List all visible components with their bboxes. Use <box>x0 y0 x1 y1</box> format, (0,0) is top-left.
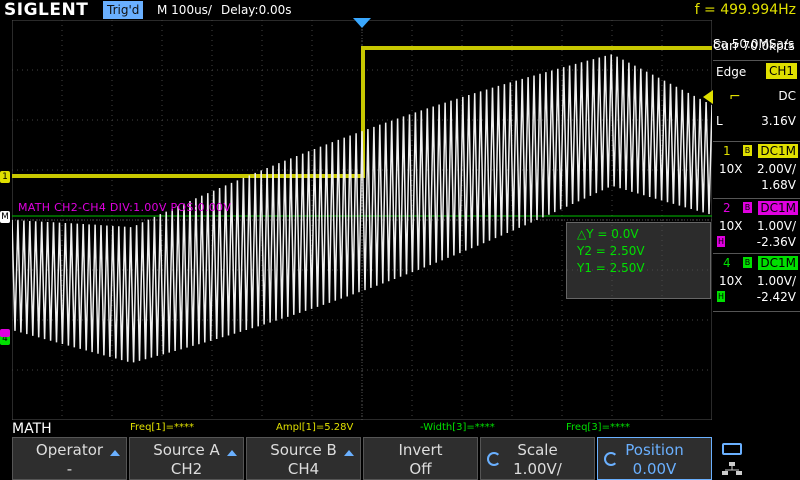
cursor-readout-panel: △Y = 0.0V Y2 = 2.50V Y1 = 2.50V <box>566 222 711 299</box>
channel-2-scale: 1.00V/ <box>757 219 796 233</box>
source-b-value: CH4 <box>287 460 320 478</box>
bandwidth-limit-icon: B <box>743 202 752 213</box>
channel-4-scale: 1.00V/ <box>757 274 796 288</box>
cursor-delta-y: △Y = 0.0V <box>577 227 639 241</box>
trigger-level-marker-icon[interactable] <box>703 90 713 104</box>
measurement-bar <box>0 420 800 436</box>
trigger-slope-label: L <box>716 114 723 128</box>
trigger-position-marker-icon[interactable] <box>353 18 371 28</box>
math-level-marker[interactable]: M <box>0 211 10 223</box>
graticule <box>11 19 713 421</box>
channel-2-probe: 10X <box>719 219 743 233</box>
network-icon[interactable] <box>722 461 742 475</box>
channel-2-info[interactable]: 2 B DC1M 10X 1.00V/ H -2.36V <box>713 198 800 254</box>
delay-readout: Delay:0.00s <box>221 3 292 17</box>
channel-4-number: 4 <box>723 256 731 270</box>
menu-title: MATH <box>12 421 52 437</box>
invert-label: Invert <box>398 441 443 459</box>
menu-arrow-icon <box>110 450 120 456</box>
hi-res-icon: H <box>717 236 725 247</box>
trigger-coupling: DC <box>778 89 796 103</box>
position-button[interactable]: Position 0.00V <box>597 437 712 480</box>
channel-4-info[interactable]: 4 B DC1M 10X 1.00V/ H -2.42V <box>713 253 800 312</box>
ch2-level-marker[interactable] <box>0 329 10 337</box>
channel-1-info[interactable]: 1 B DC1M 10X 2.00V/ 1.68V <box>713 141 800 199</box>
channel-1-probe: 10X <box>719 162 743 176</box>
timebase-readout: M 100us/ <box>157 3 212 17</box>
source-a-value: CH2 <box>170 460 203 478</box>
measurement-freq1: Freq[1]=**** <box>130 422 194 433</box>
operator-value: - <box>66 460 73 478</box>
rising-edge-icon: ⌐ <box>729 89 741 105</box>
brand-logo: SIGLENT <box>4 0 89 20</box>
channel-1-number: 1 <box>723 144 731 158</box>
invert-value: Off <box>409 460 432 478</box>
scale-button[interactable]: Scale 1.00V/ <box>480 437 595 480</box>
menu-arrow-icon <box>344 450 354 456</box>
cursor-y1: Y1 = 2.50V <box>577 261 645 275</box>
invert-button[interactable]: Invert Off <box>363 437 478 480</box>
knob-icon <box>487 452 501 466</box>
trigger-level: 3.16V <box>761 114 796 128</box>
source-a-button[interactable]: Source A CH2 <box>129 437 244 480</box>
channel-1-coupling: DC1M <box>758 144 798 158</box>
source-b-button[interactable]: Source B CH4 <box>246 437 361 480</box>
trigger-info[interactable]: Edge CH1 ⌐ DC L 3.16V <box>713 60 800 139</box>
trigger-status-badge: Trig'd <box>103 1 144 19</box>
display-toggle-icon[interactable] <box>722 443 742 455</box>
bandwidth-limit-icon: B <box>743 145 752 156</box>
channel-2-coupling: DC1M <box>758 201 798 215</box>
channel-2-offset: -2.36V <box>756 235 796 249</box>
operator-button[interactable]: Operator - <box>12 437 127 480</box>
knob-icon <box>604 452 618 466</box>
channel-2-number: 2 <box>723 201 731 215</box>
measurement-ampl1: Ampl[1]=5.28V <box>276 422 354 433</box>
cursor-y2: Y2 = 2.50V <box>577 244 645 258</box>
bandwidth-limit-icon: B <box>743 257 752 268</box>
menu-arrow-icon <box>227 450 237 456</box>
ch1-level-marker[interactable]: 1 <box>0 171 10 183</box>
math-trace-label: MATH CH2-CH4 DIV:1.00V POS:0.00V <box>18 201 232 214</box>
channel-4-probe: 10X <box>719 274 743 288</box>
channel-1-offset: 1.68V <box>761 178 796 192</box>
hi-res-icon: H <box>717 291 725 302</box>
trigger-source: CH1 <box>765 63 797 79</box>
measurement-width3: -Width[3]=**** <box>420 422 495 433</box>
frequency-counter: f = 499.994Hz <box>694 2 796 18</box>
measurement-freq3: Freq[3]=**** <box>566 422 630 433</box>
channel-4-offset: -2.42V <box>756 290 796 304</box>
channel-1-scale: 2.00V/ <box>757 162 796 176</box>
memory-depth: Curr 70.0kpts <box>713 39 795 53</box>
trigger-mode: Edge <box>716 65 747 79</box>
waveform-display[interactable] <box>11 19 713 421</box>
channel-4-coupling: DC1M <box>758 256 798 270</box>
